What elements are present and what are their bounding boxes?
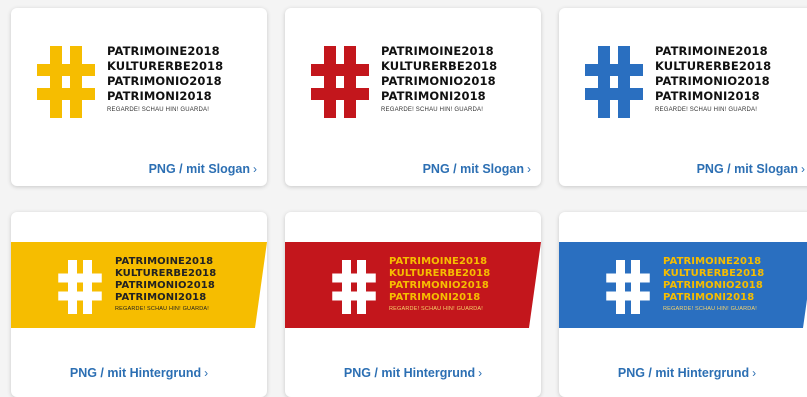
download-card-slogan-yellow: PATRIMOINE2018 KULTURERBE2018 PATRIMONIO… bbox=[11, 8, 267, 186]
logo-line: PATRIMONIO2018 bbox=[663, 280, 763, 291]
chevron-right-icon: › bbox=[478, 366, 483, 380]
png-background-download-link[interactable]: PNG / mit Hintergrund › bbox=[285, 366, 541, 380]
logo-line: PATRIMONI2018 bbox=[655, 89, 760, 103]
logo-slogan: REGARDE! SCHAU HIN! GUARDA! bbox=[389, 306, 484, 312]
link-label: PNG / mit Hintergrund bbox=[69, 366, 202, 380]
logo-line: KULTURERBE2018 bbox=[107, 59, 224, 73]
logo-line: PATRIMONI2018 bbox=[107, 89, 212, 103]
logo-line: KULTURERBE2018 bbox=[655, 59, 772, 73]
download-card-slogan-red: PATRIMOINE2018 KULTURERBE2018 PATRIMONIO… bbox=[285, 8, 541, 186]
png-slogan-download-link[interactable]: PNG / mit Slogan › bbox=[149, 162, 257, 176]
logo-slogan: REGARDE! SCHAU HIN! GUARDA! bbox=[115, 306, 210, 312]
hashtag-icon bbox=[37, 46, 95, 118]
logo-line: PATRIMOINE2018 bbox=[663, 256, 762, 267]
png-background-download-link[interactable]: PNG / mit Hintergrund › bbox=[11, 366, 267, 380]
link-label: PNG / mit Slogan bbox=[148, 162, 250, 176]
hashtag-icon bbox=[332, 260, 376, 314]
logo-line: KULTURERBE2018 bbox=[115, 268, 217, 279]
logo-line: PATRIMONI2018 bbox=[115, 292, 207, 303]
hashtag-icon bbox=[585, 46, 643, 118]
logo-slogan: REGARDE! SCHAU HIN! GUARDA! bbox=[655, 107, 758, 113]
patrimoine-banner-yellow: PATRIMOINE2018 KULTURERBE2018 PATRIMONIO… bbox=[11, 242, 267, 328]
logo-line: PATRIMONIO2018 bbox=[381, 74, 496, 88]
logo-line: KULTURERBE2018 bbox=[389, 268, 491, 279]
link-label: PNG / mit Slogan bbox=[422, 162, 524, 176]
chevron-right-icon: › bbox=[801, 162, 805, 176]
link-label: PNG / mit Hintergrund bbox=[343, 366, 476, 380]
png-background-download-link[interactable]: PNG / mit Hintergrund › bbox=[559, 366, 807, 380]
chevron-right-icon: › bbox=[527, 162, 531, 176]
png-slogan-download-link[interactable]: PNG / mit Slogan › bbox=[423, 162, 531, 176]
logo-line: PATRIMOINE2018 bbox=[115, 256, 214, 267]
link-label: PNG / mit Slogan bbox=[696, 162, 798, 176]
download-card-slogan-blue: PATRIMOINE2018 KULTURERBE2018 PATRIMONIO… bbox=[559, 8, 807, 186]
hashtag-icon bbox=[606, 260, 650, 314]
hashtag-icon bbox=[58, 260, 102, 314]
chevron-right-icon: › bbox=[752, 366, 757, 380]
download-card-background-blue: PATRIMOINE2018 KULTURERBE2018 PATRIMONIO… bbox=[559, 212, 807, 397]
download-card-background-red: PATRIMOINE2018 KULTURERBE2018 PATRIMONIO… bbox=[285, 212, 541, 397]
hashtag-icon bbox=[311, 46, 369, 118]
patrimoine-banner-red: PATRIMOINE2018 KULTURERBE2018 PATRIMONIO… bbox=[285, 242, 541, 328]
patrimoine-logo-yellow: PATRIMOINE2018 KULTURERBE2018 PATRIMONIO… bbox=[37, 44, 257, 124]
logo-slogan: REGARDE! SCHAU HIN! GUARDA! bbox=[107, 107, 210, 113]
link-label: PNG / mit Hintergrund bbox=[617, 366, 750, 380]
patrimoine-banner-blue: PATRIMOINE2018 KULTURERBE2018 PATRIMONIO… bbox=[559, 242, 807, 328]
logo-line: KULTURERBE2018 bbox=[381, 59, 498, 73]
logo-line: KULTURERBE2018 bbox=[663, 268, 765, 279]
logo-slogan: REGARDE! SCHAU HIN! GUARDA! bbox=[663, 306, 758, 312]
chevron-right-icon: › bbox=[253, 162, 257, 176]
logo-line: PATRIMOINE2018 bbox=[107, 44, 220, 58]
logo-line: PATRIMONI2018 bbox=[663, 292, 755, 303]
logo-line: PATRIMONIO2018 bbox=[115, 280, 215, 291]
logo-line: PATRIMONI2018 bbox=[389, 292, 481, 303]
logo-slogan: REGARDE! SCHAU HIN! GUARDA! bbox=[381, 107, 484, 113]
logo-line: PATRIMOINE2018 bbox=[381, 44, 494, 58]
logo-line: PATRIMONIO2018 bbox=[389, 280, 489, 291]
logo-line: PATRIMOINE2018 bbox=[655, 44, 768, 58]
logo-line: PATRIMONIO2018 bbox=[655, 74, 770, 88]
png-slogan-download-link[interactable]: PNG / mit Slogan › bbox=[697, 162, 805, 176]
logo-line: PATRIMOINE2018 bbox=[389, 256, 488, 267]
logo-line: PATRIMONIO2018 bbox=[107, 74, 222, 88]
logo-line: PATRIMONI2018 bbox=[381, 89, 486, 103]
chevron-right-icon: › bbox=[204, 366, 209, 380]
patrimoine-logo-red: PATRIMOINE2018 KULTURERBE2018 PATRIMONIO… bbox=[311, 44, 531, 124]
patrimoine-logo-blue: PATRIMOINE2018 KULTURERBE2018 PATRIMONIO… bbox=[585, 44, 805, 124]
download-card-background-yellow: PATRIMOINE2018 KULTURERBE2018 PATRIMONIO… bbox=[11, 212, 267, 397]
